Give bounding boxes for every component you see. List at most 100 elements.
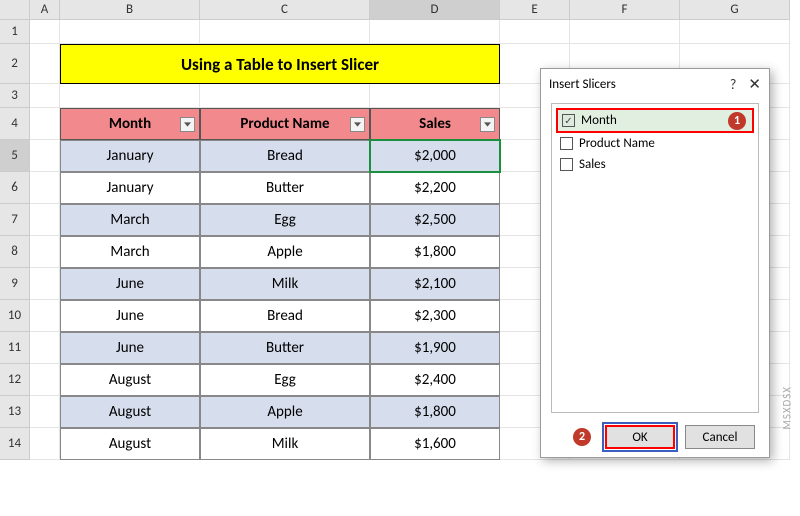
filter-button[interactable] <box>350 117 365 132</box>
cell-product[interactable]: Egg <box>200 204 370 236</box>
filter-button[interactable] <box>180 117 195 132</box>
column-headers: A B C D E F G <box>0 0 790 20</box>
cell[interactable] <box>30 204 60 236</box>
cell-product[interactable]: Bread <box>200 300 370 332</box>
row-head-11[interactable]: 11 <box>0 332 30 364</box>
ok-button[interactable]: OK <box>605 425 675 449</box>
title-cell[interactable]: Using a Table to Insert Slicer <box>60 44 500 84</box>
cell[interactable] <box>30 172 60 204</box>
cell[interactable] <box>570 20 680 44</box>
cell-month[interactable]: June <box>60 268 200 300</box>
row-head-10[interactable]: 10 <box>0 300 30 332</box>
cell-sales[interactable]: $1,800 <box>370 396 500 428</box>
cell[interactable] <box>30 44 60 84</box>
cell[interactable] <box>500 20 570 44</box>
slicer-field-sales[interactable]: Sales <box>556 154 754 175</box>
checkbox[interactable] <box>560 137 573 150</box>
watermark: MSXDSX <box>781 386 794 430</box>
row-head-4[interactable]: 4 <box>0 108 30 140</box>
row-head-5[interactable]: 5 <box>0 140 30 172</box>
cell[interactable] <box>200 20 370 44</box>
dialog-field-list: ✓Month1 Product Name Sales <box>551 103 759 413</box>
cell[interactable] <box>30 140 60 172</box>
cell-product[interactable]: Apple <box>200 236 370 268</box>
row-head-7[interactable]: 7 <box>0 204 30 236</box>
cell[interactable] <box>60 20 200 44</box>
cell-product[interactable]: Butter <box>200 172 370 204</box>
cell-product[interactable]: Egg <box>200 364 370 396</box>
cell[interactable] <box>30 364 60 396</box>
cell-product[interactable]: Bread <box>200 140 370 172</box>
row-head-13[interactable]: 13 <box>0 396 30 428</box>
row-head-9[interactable]: 9 <box>0 268 30 300</box>
slicer-field-month[interactable]: ✓Month1 <box>556 108 754 133</box>
cell-month[interactable]: August <box>60 428 200 460</box>
col-head-D[interactable]: D <box>370 0 500 20</box>
cell-sales[interactable]: $2,400 <box>370 364 500 396</box>
cell-month[interactable]: August <box>60 396 200 428</box>
row-headers: 1 2 3 4 5 6 7 8 9 10 11 12 13 14 <box>0 20 30 460</box>
row-head-12[interactable]: 12 <box>0 364 30 396</box>
cell-month[interactable]: March <box>60 236 200 268</box>
cell-month[interactable]: August <box>60 364 200 396</box>
col-head-B[interactable]: B <box>60 0 200 20</box>
row-head-14[interactable]: 14 <box>0 428 30 460</box>
col-head-F[interactable]: F <box>570 0 680 20</box>
cell[interactable] <box>200 84 370 108</box>
table-header-product[interactable]: Product Name <box>200 108 370 140</box>
cell-product[interactable]: Butter <box>200 332 370 364</box>
cell[interactable] <box>30 428 60 460</box>
col-head-C[interactable]: C <box>200 0 370 20</box>
cell-sales[interactable]: $2,200 <box>370 172 500 204</box>
cell-sales[interactable]: $2,300 <box>370 300 500 332</box>
cell-sales[interactable]: $2,000 <box>370 140 500 172</box>
cell-month[interactable]: June <box>60 300 200 332</box>
cell[interactable] <box>30 396 60 428</box>
cell-sales[interactable]: $1,900 <box>370 332 500 364</box>
select-all-corner[interactable] <box>0 0 30 20</box>
cell-sales[interactable]: $2,500 <box>370 204 500 236</box>
cell-sales[interactable]: $2,100 <box>370 268 500 300</box>
row-head-3[interactable]: 3 <box>0 84 30 108</box>
cell-month[interactable]: January <box>60 172 200 204</box>
cell-product[interactable]: Milk <box>200 428 370 460</box>
cancel-button[interactable]: Cancel <box>685 425 755 449</box>
cell[interactable] <box>30 20 60 44</box>
cell[interactable] <box>30 268 60 300</box>
cell[interactable] <box>30 332 60 364</box>
close-icon[interactable]: ✕ <box>748 75 761 93</box>
checkbox[interactable] <box>560 158 573 171</box>
col-head-G[interactable]: G <box>680 0 790 20</box>
col-head-A[interactable]: A <box>30 0 60 20</box>
cell[interactable] <box>60 84 200 108</box>
row-head-2[interactable]: 2 <box>0 44 30 84</box>
cell[interactable] <box>30 236 60 268</box>
row-head-1[interactable]: 1 <box>0 20 30 44</box>
cell-product[interactable]: Apple <box>200 396 370 428</box>
filter-button[interactable] <box>480 117 495 132</box>
chevron-down-icon <box>184 122 191 127</box>
cell-month[interactable]: June <box>60 332 200 364</box>
cell-month[interactable]: January <box>60 140 200 172</box>
cell[interactable] <box>30 300 60 332</box>
cell[interactable] <box>680 20 790 44</box>
row-head-6[interactable]: 6 <box>0 172 30 204</box>
checkbox[interactable]: ✓ <box>562 114 575 127</box>
field-label: Product Name <box>579 136 655 151</box>
slicer-field-product-name[interactable]: Product Name <box>556 133 754 154</box>
cell-product[interactable]: Milk <box>200 268 370 300</box>
help-icon[interactable]: ? <box>730 76 737 93</box>
cell-sales[interactable]: $1,800 <box>370 236 500 268</box>
dialog-titlebar[interactable]: Insert Slicers ? ✕ <box>541 69 769 99</box>
cell[interactable] <box>370 84 500 108</box>
cell[interactable] <box>30 84 60 108</box>
chevron-down-icon <box>484 122 491 127</box>
col-head-E[interactable]: E <box>500 0 570 20</box>
row-head-8[interactable]: 8 <box>0 236 30 268</box>
cell-month[interactable]: March <box>60 204 200 236</box>
cell[interactable] <box>370 20 500 44</box>
cell-sales[interactable]: $1,600 <box>370 428 500 460</box>
table-header-month[interactable]: Month <box>60 108 200 140</box>
table-header-sales[interactable]: Sales <box>370 108 500 140</box>
cell[interactable] <box>30 108 60 140</box>
